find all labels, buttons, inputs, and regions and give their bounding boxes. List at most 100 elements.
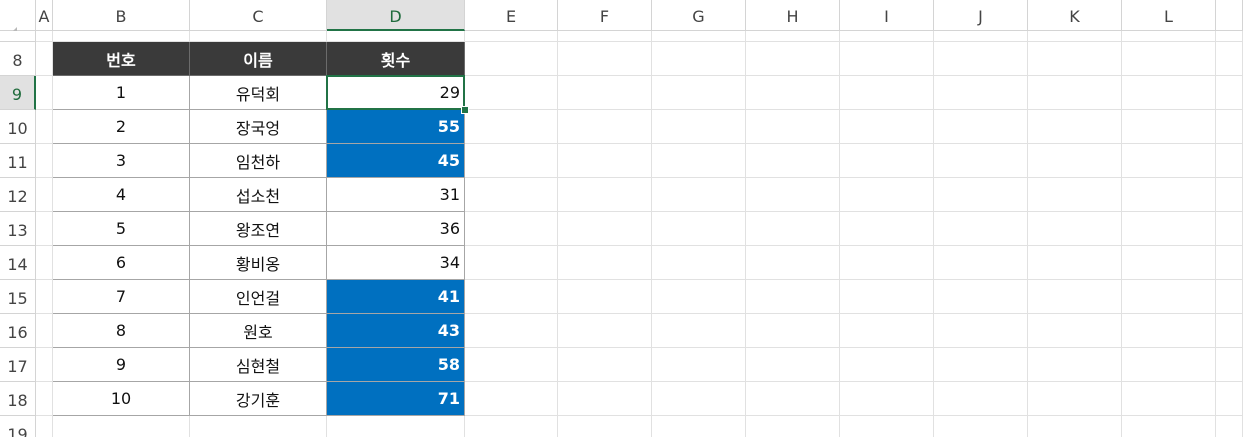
- grid-cell[interactable]: [465, 212, 558, 246]
- grid-cell[interactable]: [36, 42, 53, 76]
- grid-cell[interactable]: [190, 416, 327, 437]
- grid-cell[interactable]: [558, 314, 652, 348]
- grid-cell[interactable]: [465, 416, 558, 437]
- grid-cell[interactable]: [652, 212, 746, 246]
- row-header-partial[interactable]: [0, 31, 36, 42]
- grid-cell[interactable]: [465, 178, 558, 212]
- grid-cell[interactable]: [465, 31, 558, 42]
- cell-name[interactable]: 유덕회: [190, 76, 327, 110]
- grid-cell[interactable]: [465, 110, 558, 144]
- grid-cell[interactable]: [746, 416, 840, 437]
- select-all-corner[interactable]: [0, 0, 36, 31]
- grid-cell[interactable]: [934, 382, 1028, 416]
- grid-cell[interactable]: [558, 382, 652, 416]
- cell-count[interactable]: 31: [327, 178, 465, 212]
- grid-cell[interactable]: [1216, 280, 1243, 314]
- grid-cell[interactable]: [465, 280, 558, 314]
- row-header-10[interactable]: 10: [0, 110, 36, 144]
- grid-cell[interactable]: [558, 31, 652, 42]
- grid-cell[interactable]: [1028, 178, 1122, 212]
- column-header-a[interactable]: A: [36, 0, 53, 31]
- cell-no[interactable]: 10: [53, 382, 190, 416]
- grid-cell[interactable]: [36, 280, 53, 314]
- cell-no[interactable]: 9: [53, 348, 190, 382]
- column-header-i[interactable]: I: [840, 0, 934, 31]
- cell-name[interactable]: 강기훈: [190, 382, 327, 416]
- header-no[interactable]: 번호: [53, 42, 190, 76]
- grid-cell[interactable]: [1028, 246, 1122, 280]
- grid-cell[interactable]: [558, 348, 652, 382]
- grid-cell[interactable]: [1216, 144, 1243, 178]
- grid-cell[interactable]: [840, 246, 934, 280]
- grid-cell[interactable]: [1216, 314, 1243, 348]
- grid-cell[interactable]: [652, 314, 746, 348]
- grid-cell[interactable]: [840, 382, 934, 416]
- grid-cell[interactable]: [1028, 382, 1122, 416]
- grid-cell[interactable]: [652, 144, 746, 178]
- grid-cell[interactable]: [1028, 348, 1122, 382]
- grid-cell[interactable]: [840, 42, 934, 76]
- grid-cell[interactable]: [1216, 382, 1243, 416]
- grid-cell[interactable]: [327, 31, 465, 42]
- column-header-k[interactable]: K: [1028, 0, 1122, 31]
- cell-no[interactable]: 8: [53, 314, 190, 348]
- cell-no[interactable]: 5: [53, 212, 190, 246]
- grid-cell[interactable]: [652, 31, 746, 42]
- grid-cell[interactable]: [840, 280, 934, 314]
- grid-cell[interactable]: [1216, 42, 1243, 76]
- grid-cell[interactable]: [934, 348, 1028, 382]
- fill-handle[interactable]: [461, 106, 469, 114]
- grid-cell[interactable]: [652, 178, 746, 212]
- grid-cell[interactable]: [1122, 212, 1216, 246]
- grid-cell[interactable]: [1216, 348, 1243, 382]
- grid-cell[interactable]: [36, 314, 53, 348]
- grid-cell[interactable]: [746, 348, 840, 382]
- grid-cell[interactable]: [1028, 42, 1122, 76]
- cell-count[interactable]: 55: [327, 110, 465, 144]
- grid-cell[interactable]: [558, 246, 652, 280]
- row-header-8[interactable]: 8: [0, 42, 36, 76]
- grid-cell[interactable]: [840, 348, 934, 382]
- row-header-18[interactable]: 18: [0, 382, 36, 416]
- grid-cell[interactable]: [746, 246, 840, 280]
- cell-count[interactable]: 29: [327, 76, 465, 110]
- grid-cell[interactable]: [1028, 280, 1122, 314]
- grid-cell[interactable]: [1122, 280, 1216, 314]
- grid-cell[interactable]: [558, 280, 652, 314]
- grid-cell[interactable]: [746, 76, 840, 110]
- grid-cell[interactable]: [36, 382, 53, 416]
- column-header-e[interactable]: E: [465, 0, 558, 31]
- grid-cell[interactable]: [934, 144, 1028, 178]
- cell-name[interactable]: 인언걸: [190, 280, 327, 314]
- cell-no[interactable]: 3: [53, 144, 190, 178]
- cell-count[interactable]: 71: [327, 382, 465, 416]
- column-header-h[interactable]: H: [746, 0, 840, 31]
- grid-cell[interactable]: [840, 212, 934, 246]
- grid-cell[interactable]: [652, 348, 746, 382]
- grid-cell[interactable]: [558, 178, 652, 212]
- grid-cell[interactable]: [1028, 416, 1122, 437]
- grid-cell[interactable]: [53, 416, 190, 437]
- grid-cell[interactable]: [1216, 178, 1243, 212]
- row-header-9[interactable]: 9: [0, 76, 36, 110]
- grid-cell[interactable]: [652, 416, 746, 437]
- grid-cell[interactable]: [558, 76, 652, 110]
- grid-cell[interactable]: [746, 178, 840, 212]
- cell-name[interactable]: 황비옹: [190, 246, 327, 280]
- grid-cell[interactable]: [652, 110, 746, 144]
- grid-cell[interactable]: [1216, 416, 1243, 437]
- cell-no[interactable]: 6: [53, 246, 190, 280]
- column-header-b[interactable]: B: [53, 0, 190, 31]
- row-header-14[interactable]: 14: [0, 246, 36, 280]
- cell-no[interactable]: 2: [53, 110, 190, 144]
- grid-cell[interactable]: [36, 110, 53, 144]
- grid-cell[interactable]: [36, 416, 53, 437]
- grid-cell[interactable]: [1122, 382, 1216, 416]
- grid-cell[interactable]: [746, 382, 840, 416]
- grid-cell[interactable]: [558, 110, 652, 144]
- column-header-partial[interactable]: [1216, 0, 1243, 31]
- grid-cell[interactable]: [1028, 110, 1122, 144]
- grid-cell[interactable]: [1216, 31, 1243, 42]
- row-header-11[interactable]: 11: [0, 144, 36, 178]
- grid-cell[interactable]: [558, 416, 652, 437]
